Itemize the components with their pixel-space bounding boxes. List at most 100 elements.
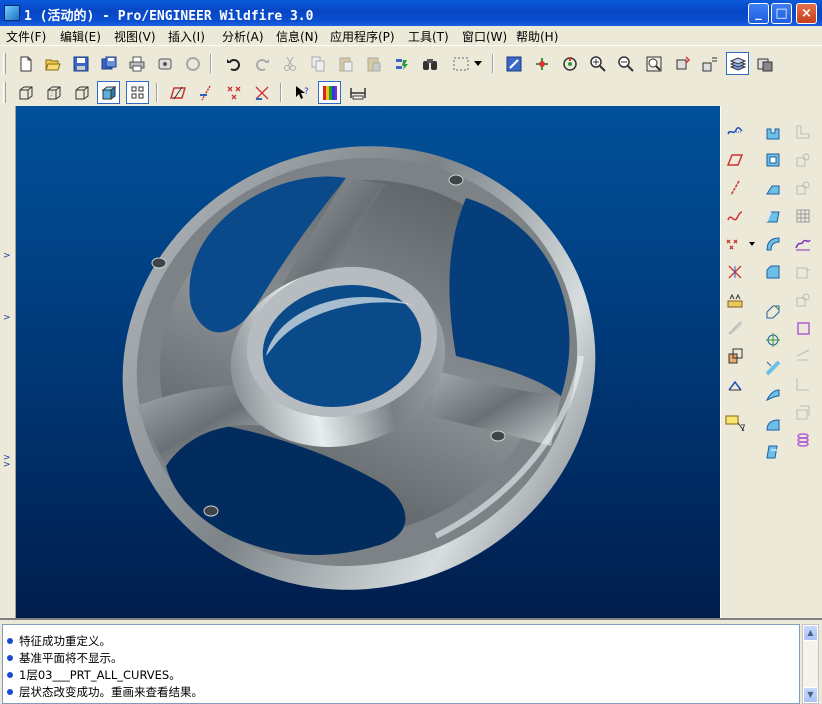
csys-datum-icon[interactable] (723, 260, 747, 284)
offset-icon[interactable] (791, 120, 815, 144)
undo-icon[interactable] (222, 52, 245, 75)
datum-axes-icon[interactable] (166, 81, 189, 104)
csys-axis-icon[interactable] (250, 81, 273, 104)
mirror-icon[interactable] (761, 440, 785, 464)
datum-axis-icon[interactable] (723, 176, 747, 200)
datum-plane-tool-icon[interactable] (723, 148, 747, 172)
chamfer-icon[interactable] (761, 300, 785, 324)
feature-sep-icon[interactable] (723, 344, 747, 368)
toolbar-grip[interactable] (3, 82, 6, 103)
graphics-viewport[interactable] (16, 106, 720, 618)
sketch-icon[interactable] (723, 316, 747, 340)
save-copy-icon[interactable] (97, 52, 120, 75)
cross-section-icon[interactable] (723, 372, 747, 396)
scroll-down-button[interactable]: ▼ (803, 687, 818, 703)
trim-icon[interactable] (791, 176, 815, 200)
project-icon[interactable] (791, 316, 815, 340)
datum-planes-icon[interactable] (126, 81, 149, 104)
zoom-in-icon[interactable] (586, 52, 609, 75)
menu-insert[interactable]: 插入(I) (168, 28, 205, 45)
message-log[interactable]: 特征成功重定义。 基准平面将不显示。 1层03___PRT_ALL_CURVES… (2, 624, 800, 704)
save-icon[interactable] (69, 52, 92, 75)
toolbar-grip[interactable] (3, 53, 6, 74)
whats-this-icon[interactable]: ? (290, 81, 313, 104)
regenerate-icon[interactable] (390, 52, 413, 75)
saved-views-icon[interactable] (698, 52, 721, 75)
extend-icon[interactable] (791, 260, 815, 284)
menu-applications[interactable]: 应用程序(P) (330, 28, 395, 45)
intersect-icon[interactable] (791, 204, 815, 228)
refit-icon[interactable] (642, 52, 665, 75)
view-manager-icon[interactable] (753, 52, 776, 75)
measure-icon[interactable] (346, 81, 369, 104)
sweep-icon[interactable] (761, 176, 785, 200)
spring-icon[interactable] (791, 428, 815, 452)
boundary-icon[interactable] (791, 372, 815, 396)
menu-help[interactable]: 帮助(H) (516, 28, 558, 45)
rib-icon[interactable] (761, 356, 785, 380)
color-appearance-icon[interactable] (318, 81, 341, 104)
round-icon[interactable] (761, 260, 785, 284)
hole-icon[interactable] (761, 232, 785, 256)
find-icon[interactable] (418, 52, 441, 75)
analysis-icon[interactable] (723, 288, 747, 312)
copy-surface-icon[interactable] (791, 400, 815, 424)
email-link-icon[interactable] (181, 52, 204, 75)
cut-icon[interactable] (278, 52, 301, 75)
redo-icon[interactable] (250, 52, 273, 75)
handwheel-model[interactable] (16, 106, 720, 618)
scroll-up-button[interactable]: ▲ (803, 625, 818, 641)
draft-icon[interactable] (761, 384, 785, 408)
datum-points-icon[interactable] (194, 81, 217, 104)
chevron-right-icon[interactable]: > (3, 313, 11, 323)
shell-icon[interactable] (761, 328, 785, 352)
maximize-button[interactable]: □ (771, 3, 792, 24)
menu-analysis[interactable]: 分析(A) (222, 28, 264, 45)
print-icon[interactable] (125, 52, 148, 75)
menu-window[interactable]: 窗口(W) (462, 28, 507, 45)
menu-info[interactable]: 信息(N) (276, 28, 318, 45)
shading-icon[interactable] (97, 81, 120, 104)
datum-curve-icon[interactable] (723, 204, 747, 228)
pattern-icon[interactable] (761, 412, 785, 436)
thicken-icon[interactable] (791, 288, 815, 312)
repaint-icon[interactable] (502, 52, 525, 75)
paste-icon[interactable] (334, 52, 357, 75)
extrude-icon[interactable] (761, 120, 785, 144)
menu-bar: 文件(F) 编辑(E) 视图(V) 插入(I) 分析(A) 信息(N) 应用程序… (0, 26, 822, 46)
hidden-line-icon[interactable] (42, 81, 65, 104)
blend-icon[interactable] (761, 204, 785, 228)
bolt-hole (151, 257, 167, 269)
menu-view[interactable]: 视图(V) (114, 28, 156, 45)
close-button[interactable]: × (796, 3, 817, 24)
note-icon[interactable]: 7 (723, 412, 749, 436)
wrap-icon[interactable] (791, 344, 815, 368)
menu-edit[interactable]: 编辑(E) (60, 28, 101, 45)
menu-tools[interactable]: 工具(T) (408, 28, 449, 45)
merge-icon[interactable] (791, 148, 815, 172)
minimize-button[interactable]: _ (748, 3, 769, 24)
reorient-icon[interactable] (670, 52, 693, 75)
chevron-right-icon[interactable]: > (3, 460, 11, 470)
dropdown-arrow-icon[interactable] (472, 52, 484, 75)
menu-file[interactable]: 文件(F) (6, 28, 46, 45)
orient-mode-icon[interactable] (558, 52, 581, 75)
left-collapsed-panel[interactable]: > > > > (0, 106, 16, 618)
solidify-icon[interactable] (791, 232, 815, 256)
csys-icon[interactable] (222, 81, 245, 104)
open-file-icon[interactable] (41, 52, 64, 75)
datum-point-icon[interactable] (723, 232, 757, 256)
datum-plane-icon[interactable] (723, 120, 747, 144)
email-icon[interactable] (153, 52, 176, 75)
paste-special-icon[interactable] (362, 52, 385, 75)
wireframe-icon[interactable] (14, 81, 37, 104)
no-hidden-icon[interactable] (70, 81, 93, 104)
spin-center-icon[interactable] (530, 52, 553, 75)
chevron-right-icon[interactable]: > (3, 251, 11, 261)
layers-icon[interactable] (726, 52, 749, 75)
revolve-icon[interactable] (761, 148, 785, 172)
message-scrollbar[interactable]: ▲ ▼ (802, 624, 819, 704)
zoom-out-icon[interactable] (614, 52, 637, 75)
new-file-icon[interactable] (14, 52, 37, 75)
copy-icon[interactable] (306, 52, 329, 75)
